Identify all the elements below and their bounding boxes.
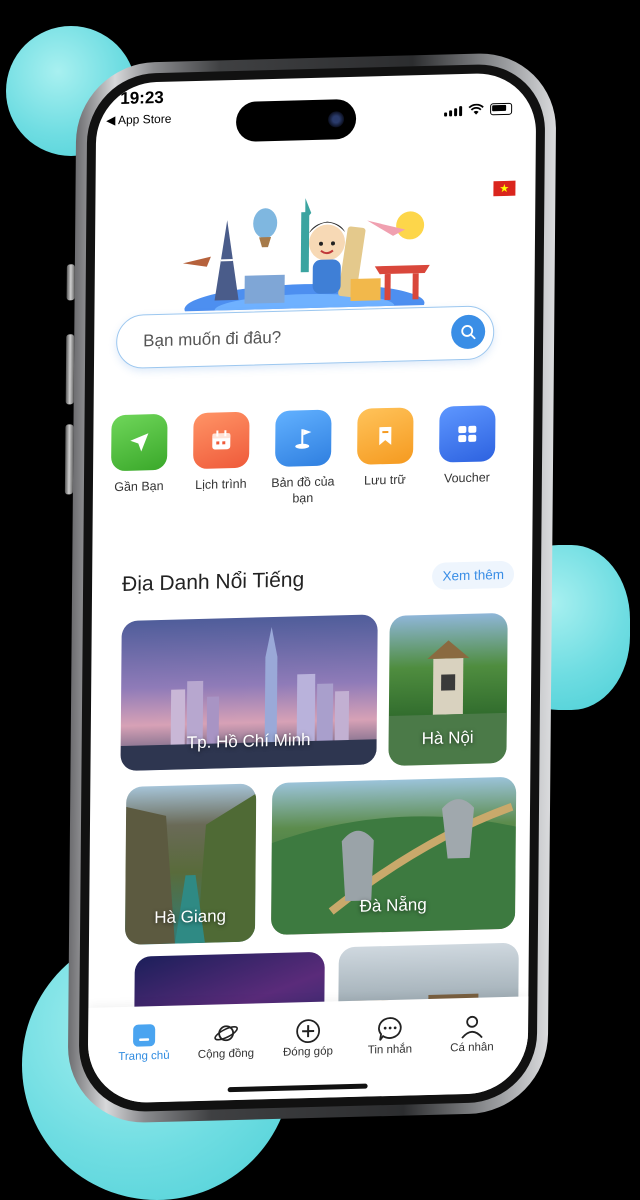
category-label: Lịch trình	[195, 476, 247, 493]
nav-profile[interactable]: Cá nhân	[434, 1011, 510, 1055]
bottom-navigation: Trang chủ Cộng đồng Đóng góp Tin nhắn Cá…	[87, 996, 529, 1104]
planet-icon	[214, 1025, 238, 1042]
home-icon	[133, 1024, 156, 1047]
category-label: Bản đồ của bạn	[271, 474, 335, 506]
category-label: Gần Bạn	[114, 478, 164, 495]
navigation-arrow-icon	[130, 433, 149, 452]
app-screen: 19:23 ◀ App Store ★ Bạn muốn đi đâu? Gần…	[87, 72, 537, 1104]
search-bar	[115, 305, 495, 370]
calendar-icon	[212, 430, 231, 450]
category-label: Lưu trữ	[363, 472, 406, 488]
nav-label: Cộng đồng	[197, 1047, 255, 1062]
place-name: Hà Nội	[421, 727, 474, 749]
place-card-ha-noi[interactable]: Hà Nội	[388, 612, 508, 767]
nav-home[interactable]: Trang chủ	[106, 1019, 182, 1063]
nav-community[interactable]: Cộng đồng	[188, 1017, 264, 1061]
user-icon	[461, 1015, 483, 1039]
travel-hero-illustration	[182, 198, 430, 313]
dynamic-island	[235, 98, 357, 142]
vietnam-flag-icon[interactable]: ★	[493, 180, 516, 197]
battery-icon	[490, 102, 513, 116]
place-card-ha-giang[interactable]: Hà Giang	[124, 783, 257, 945]
mute-switch	[66, 264, 75, 301]
category-shortcuts: Gần Bạn Lịch trình Bản đồ của bạn Lưu tr…	[103, 405, 504, 512]
map-flag-icon	[295, 429, 312, 449]
category-saved[interactable]: Lưu trữ	[349, 407, 422, 505]
home-indicator	[227, 1083, 368, 1093]
status-bar: 19:23 ◀ App Store	[96, 72, 536, 142]
phone-mockup: 19:23 ◀ App Store ★ Bạn muốn đi đâu? Gần…	[0, 0, 640, 1198]
nav-label: Tin nhắn	[367, 1043, 413, 1057]
nav-label: Đóng góp	[282, 1045, 333, 1059]
category-label: Voucher	[443, 470, 490, 486]
back-to-app-store[interactable]: ◀ App Store	[106, 112, 171, 128]
place-name: Hà Giang	[154, 906, 227, 928]
category-voucher[interactable]: Voucher	[431, 405, 504, 503]
volume-up-button	[65, 334, 75, 405]
camera-icon	[328, 111, 345, 128]
search-input[interactable]	[141, 320, 436, 355]
volume-down-button	[64, 424, 74, 495]
famous-places-title: Địa Danh Nổi Tiếng	[121, 568, 305, 596]
status-time: 19:23	[120, 87, 164, 109]
nav-messages[interactable]: Tin nhắn	[352, 1013, 428, 1057]
nav-contribute[interactable]: Đóng góp	[270, 1015, 346, 1059]
place-card-da-nang[interactable]: Đà Nẵng	[270, 776, 517, 936]
category-schedule[interactable]: Lịch trình	[185, 411, 258, 509]
nav-label: Trang chủ	[118, 1049, 170, 1064]
place-card-ho-chi-minh[interactable]: Tp. Hồ Chí Minh	[120, 614, 378, 772]
voucher-icon	[458, 425, 477, 443]
signal-icon	[444, 106, 463, 117]
nav-label: Cá nhân	[450, 1041, 494, 1055]
wifi-icon	[468, 103, 484, 115]
see-more-button[interactable]: Xem thêm	[432, 560, 515, 590]
search-button[interactable]	[451, 314, 486, 350]
search-icon	[461, 325, 476, 340]
chat-icon	[378, 1017, 402, 1041]
category-near-you[interactable]: Gần Bạn	[103, 413, 176, 512]
plus-circle-icon	[296, 1019, 321, 1044]
category-your-map[interactable]: Bản đồ của bạn	[267, 409, 340, 507]
bookmark-icon	[379, 426, 392, 446]
